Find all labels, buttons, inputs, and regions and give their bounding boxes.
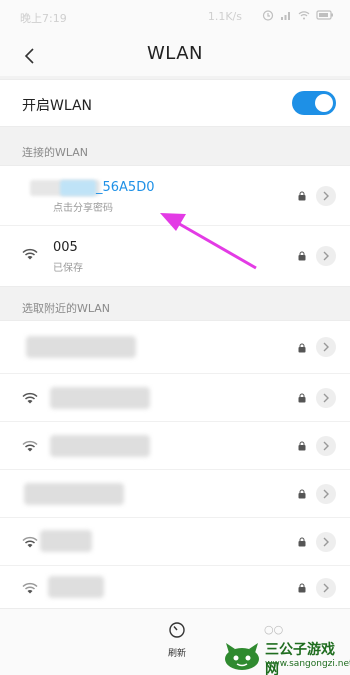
- section-header-nearby: 选取附近的WLAN: [22, 302, 111, 315]
- network-subtitle: 点击分享密码: [53, 203, 113, 214]
- section-header-connected: 连接的WLAN: [22, 146, 89, 159]
- nearby-list: [0, 320, 350, 610]
- chevron-right-icon: [323, 537, 329, 547]
- alarm-icon: [262, 10, 274, 21]
- network-details-button[interactable]: [316, 388, 336, 408]
- chevron-right-icon: [323, 342, 329, 352]
- network-row-nearby[interactable]: [0, 422, 350, 470]
- watermark-brand: 三公子游戏网: [265, 642, 335, 675]
- redacted-ssid: [48, 576, 104, 598]
- redacted-ssid: [50, 387, 150, 409]
- refresh-button[interactable]: 刷新: [160, 621, 194, 659]
- more-icon[interactable]: ○○: [264, 623, 283, 636]
- lock-icon: [298, 251, 306, 261]
- title-bar: WLAN: [0, 34, 350, 76]
- watermark-logo-icon: [225, 643, 259, 670]
- wifi-icon: [22, 392, 38, 404]
- switch-knob: [315, 94, 333, 112]
- chevron-right-icon: [323, 393, 329, 403]
- network-details-button[interactable]: [316, 532, 336, 552]
- chevron-right-icon: [323, 583, 329, 593]
- signal-icon: [281, 12, 290, 20]
- lock-icon: [298, 583, 306, 593]
- chevron-right-icon: [323, 191, 329, 201]
- connected-list: _56A5D0 点击分享密码 005 已保存: [0, 165, 350, 287]
- chevron-right-icon: [323, 489, 329, 499]
- wifi-icon: [22, 582, 38, 594]
- wlan-switch[interactable]: [292, 91, 336, 115]
- redacted-ssid: [24, 483, 124, 505]
- wifi-icon: [22, 440, 38, 452]
- refresh-icon: [169, 622, 185, 638]
- chevron-right-icon: [323, 441, 329, 451]
- network-subtitle: 已保存: [53, 263, 83, 274]
- network-details-button[interactable]: [316, 246, 336, 266]
- network-details-button[interactable]: [316, 578, 336, 598]
- network-details-button[interactable]: [316, 186, 336, 206]
- redacted-ssid: [40, 530, 92, 552]
- network-details-button[interactable]: [316, 436, 336, 456]
- redacted-ssid: [50, 435, 150, 457]
- network-name: _56A5D0: [96, 180, 155, 195]
- network-row-connected[interactable]: _56A5D0 点击分享密码: [0, 166, 350, 226]
- network-row-saved[interactable]: 005 已保存: [0, 226, 350, 286]
- network-row-nearby[interactable]: [0, 470, 350, 518]
- network-row-nearby[interactable]: [0, 374, 350, 422]
- status-bar: 晚上7:19 1.1K/s: [0, 0, 350, 34]
- network-details-button[interactable]: [316, 337, 336, 357]
- redacted-ssid: [26, 336, 136, 358]
- page-title: WLAN: [146, 43, 204, 64]
- wlan-toggle-label: 开启WLAN: [22, 98, 93, 114]
- wifi-icon: [22, 536, 38, 548]
- lock-icon: [298, 191, 306, 201]
- refresh-label: 刷新: [167, 649, 186, 659]
- redacted-ssid-highlight: [60, 180, 96, 196]
- lock-icon: [298, 441, 306, 451]
- wlan-toggle-row[interactable]: 开启WLAN: [0, 79, 350, 127]
- status-icons: [262, 9, 334, 21]
- lock-icon: [298, 393, 306, 403]
- status-time: 晚上7:19: [20, 12, 67, 25]
- lock-icon: [298, 537, 306, 547]
- network-speed: 1.1K/s: [207, 10, 242, 23]
- network-row-nearby[interactable]: [0, 518, 350, 566]
- battery-icon: [316, 10, 333, 20]
- network-name: 005: [53, 240, 78, 255]
- chevron-right-icon: [323, 251, 329, 261]
- network-row-nearby[interactable]: [0, 321, 350, 374]
- lock-icon: [298, 489, 306, 499]
- watermark-url: www.sangongzi.net: [265, 659, 350, 669]
- watermark: 三公子游戏网 www.sangongzi.net: [222, 637, 350, 675]
- lock-icon: [298, 343, 306, 353]
- network-row-nearby[interactable]: [0, 566, 350, 609]
- wifi-icon: [22, 248, 38, 260]
- network-details-button[interactable]: [316, 484, 336, 504]
- wifi-status-icon: [298, 11, 310, 20]
